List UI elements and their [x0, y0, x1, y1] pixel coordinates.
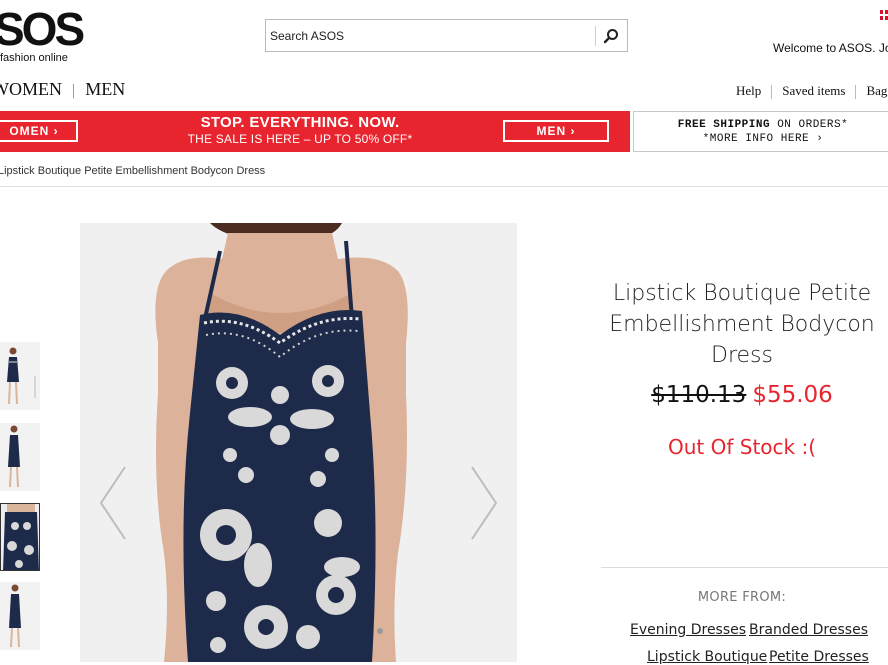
thumbnail-image — [0, 342, 40, 410]
promo-women-button[interactable]: OMEN › — [0, 120, 78, 142]
original-price: $110.13 — [651, 382, 747, 408]
more-from-link-petite-dresses[interactable]: Petite Dresses — [769, 649, 869, 665]
uk-flag-icon[interactable] — [880, 10, 888, 20]
nav-men-link[interactable]: MEN — [85, 79, 125, 100]
shipping-line-1: FREE SHIPPING ON ORDERS* — [634, 119, 888, 131]
next-image-arrow-icon[interactable] — [469, 465, 499, 541]
promo-subtitle: THE SALE IS HERE – UP TO 50% OFF* — [187, 132, 413, 146]
bag-link[interactable]: Bag — [866, 83, 887, 98]
help-link[interactable]: Help — [736, 83, 761, 98]
product-thumbnail[interactable] — [0, 423, 40, 491]
thumbnail-image — [1, 504, 39, 570]
stock-status: Out Of Stock :( — [667, 435, 816, 459]
info-divider — [601, 567, 888, 568]
more-from-link-lipstick-boutique[interactable]: Lipstick Boutique — [647, 649, 767, 665]
shipping-bold-text: FREE SHIPPING — [677, 119, 771, 131]
logo-wordmark: SOS — [0, 3, 85, 55]
logo-tagline: fashion online — [0, 52, 68, 64]
thumbnail-image — [0, 582, 40, 650]
asos-logo[interactable]: SOS fashion online — [0, 3, 85, 64]
search-button[interactable] — [597, 22, 625, 50]
search-divider — [595, 26, 596, 46]
sale-price: $55.06 — [752, 382, 833, 408]
dress-model-photo — [80, 223, 517, 662]
thumbnail-image — [0, 423, 40, 491]
product-price: $110.13 $55.06 — [600, 382, 884, 408]
product-thumbnail-selected[interactable] — [0, 503, 40, 571]
utility-separator — [855, 85, 857, 100]
gender-nav: WOMEN | MEN — [0, 79, 125, 100]
shipping-rest-text: ON ORDERS* — [770, 119, 849, 131]
product-title: Lipstick Boutique Petite Embellishment B… — [609, 281, 875, 368]
utility-separator — [771, 85, 773, 100]
more-from-link-evening-dresses[interactable]: Evening Dresses — [630, 622, 746, 638]
main-product-image[interactable] — [80, 223, 517, 662]
utility-nav: Help Saved items Bag — [736, 83, 887, 100]
saved-items-link[interactable]: Saved items — [782, 83, 845, 98]
search-icon — [603, 29, 618, 44]
breadcrumb[interactable]: Lipstick Boutique Petite Embellishment B… — [0, 165, 265, 177]
product-thumbnail[interactable] — [0, 582, 40, 650]
promo-men-button[interactable]: MEN › — [503, 120, 609, 142]
nav-women-link[interactable]: WOMEN — [0, 79, 62, 100]
search-bar — [265, 19, 628, 52]
welcome-message: Welcome to ASOS. Jo — [773, 41, 888, 55]
shipping-more-info-link[interactable]: *MORE INFO HERE › — [634, 133, 888, 145]
free-shipping-banner[interactable]: FREE SHIPPING ON ORDERS* *MORE INFO HERE… — [633, 111, 888, 152]
previous-image-arrow-icon[interactable] — [98, 465, 128, 541]
search-input[interactable] — [270, 24, 590, 48]
more-from-heading: MORE FROM: — [697, 590, 787, 605]
header-divider — [0, 186, 888, 187]
more-from-link-branded-dresses[interactable]: Branded Dresses — [749, 622, 868, 638]
nav-separator: | — [72, 82, 76, 99]
sale-promo-banner: OMEN › STOP. EVERYTHING. NOW. THE SALE I… — [0, 111, 630, 152]
product-thumbnail[interactable] — [0, 342, 40, 410]
promo-title: STOP. EVERYTHING. NOW. — [200, 114, 400, 131]
